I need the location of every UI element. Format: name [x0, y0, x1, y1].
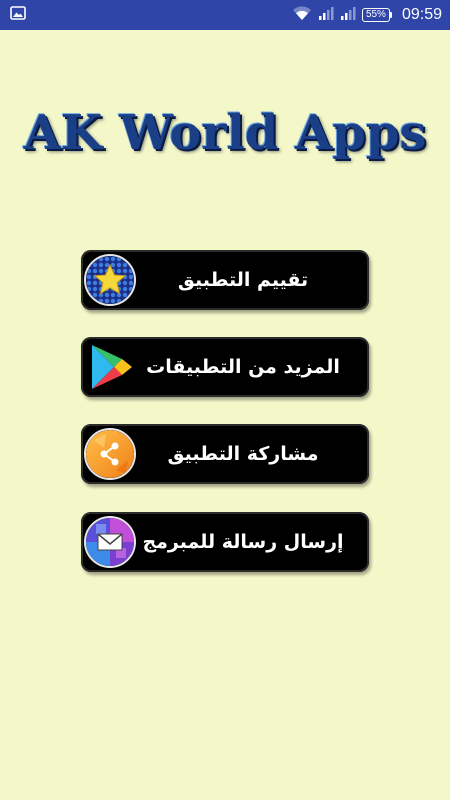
signal-icon — [318, 5, 334, 25]
battery-level: 55% — [361, 8, 390, 22]
image-notification-icon — [10, 5, 26, 25]
status-bar: 55% 09:59 — [0, 0, 450, 30]
battery-icon: 55% — [361, 8, 392, 22]
share-icon — [84, 428, 136, 480]
message-developer-button[interactable]: إرسال رسالة للمبرمج — [81, 512, 369, 572]
star-badge-icon — [84, 254, 136, 306]
wifi-icon — [292, 5, 312, 25]
message-developer-label: إرسال رسالة للمبرمج — [142, 531, 344, 553]
more-apps-label: المزيد من التطبيقات — [146, 356, 340, 378]
rate-app-label: تقييم التطبيق — [177, 269, 309, 291]
rate-app-button[interactable]: تقييم التطبيق — [81, 250, 369, 310]
play-store-icon — [84, 341, 136, 393]
share-app-button[interactable]: مشاركة التطبيق — [81, 424, 369, 484]
more-apps-button[interactable]: المزيد من التطبيقات — [81, 337, 369, 397]
status-time: 09:59 — [401, 6, 442, 23]
signal-icon — [340, 5, 356, 25]
share-app-label: مشاركة التطبيق — [167, 443, 319, 465]
mail-icon — [84, 516, 136, 568]
app-title: AK World Apps — [23, 105, 427, 161]
